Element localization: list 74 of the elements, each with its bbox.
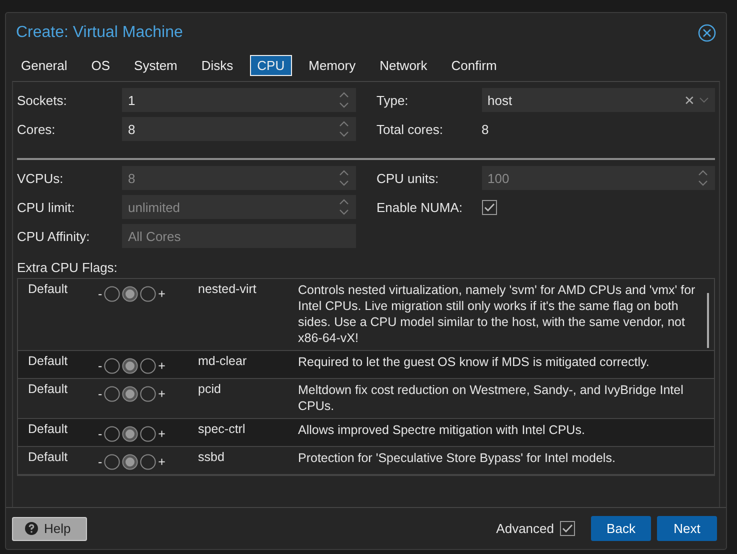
field-label: Sockets:	[17, 92, 68, 108]
tab[interactable]: Memory	[302, 55, 363, 76]
table-cell-text: Default	[28, 282, 69, 298]
radio-button[interactable]	[140, 454, 156, 470]
table-cell-text: spec-ctrl	[198, 422, 246, 438]
radio-button[interactable]	[122, 386, 138, 402]
tab[interactable]: OS	[84, 55, 118, 76]
field-label: Total cores:	[376, 122, 444, 136]
radio-button[interactable]	[104, 426, 120, 442]
plus-label: +	[158, 387, 166, 401]
spinner-icon[interactable]	[338, 91, 350, 109]
plus-label: +	[158, 427, 166, 441]
value-text: 8	[482, 122, 489, 136]
table-cell-text: ssbd	[198, 450, 226, 466]
radio-button[interactable]	[104, 358, 120, 374]
radio-button[interactable]	[122, 286, 138, 302]
advanced-label: Advanced	[496, 521, 554, 536]
plus-label: +	[158, 455, 166, 469]
wizard-button[interactable]: Next	[657, 516, 717, 541]
type-dropdown[interactable]: host ✕	[482, 88, 715, 112]
help-icon	[25, 522, 38, 535]
clear-icon[interactable]: ✕	[684, 92, 695, 108]
field-label: CPU units:	[376, 170, 440, 186]
number-field[interactable]: 1	[122, 88, 356, 112]
table-cell-text: md-clear	[198, 354, 248, 370]
minus-label: -	[98, 287, 102, 301]
table-cell-text: Required to let the guest OS know if MDS is mitigated correctly.	[298, 354, 650, 371]
minus-label: -	[98, 387, 102, 401]
field-label: CPU limit:	[17, 200, 76, 214]
field-label: Type:	[376, 92, 410, 108]
table-cell-text: nested-virt	[198, 282, 258, 298]
section-label: Extra CPU Flags:	[17, 260, 118, 275]
table-cell-text: pcid	[198, 382, 222, 398]
table-cell-text: Allows improved Spectre mitigation with Intel CPUs.	[298, 422, 586, 439]
table-cell-text: Controls nested virtualization, namely 'svm' for AMD CPUs and 'vmx' for Intel CPUs. Live migration still only works if it's the same flag on both sides. Use a CPU model similar to the host, with the same vendor, not x86-64-vX!	[298, 282, 696, 346]
radio-button[interactable]	[104, 386, 120, 402]
window-title: Create: Virtual Machine	[16, 24, 183, 42]
tab[interactable]: CPU	[250, 55, 292, 76]
radio-button[interactable]	[140, 286, 156, 302]
table-cell-text: Default	[28, 450, 69, 466]
spinner-icon[interactable]	[338, 120, 350, 138]
radio-button[interactable]	[104, 286, 120, 302]
table-cell-text: Default	[28, 382, 69, 398]
radio-button[interactable]	[140, 426, 156, 442]
field-label: VCPUs:	[17, 170, 64, 186]
tab[interactable]: Confirm	[444, 55, 504, 76]
number-field[interactable]: 8	[122, 117, 356, 141]
help-button[interactable]: Help	[12, 516, 87, 540]
radio-button[interactable]	[140, 358, 156, 374]
checkbox[interactable]	[482, 200, 496, 214]
close-icon[interactable]	[698, 24, 716, 42]
plus-label: +	[158, 287, 166, 301]
minus-label: -	[98, 427, 102, 441]
tab[interactable]: System	[127, 55, 184, 76]
wizard-button[interactable]: Back	[591, 516, 651, 541]
radio-button[interactable]	[122, 426, 138, 442]
tab[interactable]: Disks	[194, 55, 240, 76]
table-cell-text: Default	[28, 422, 69, 438]
radio-button[interactable]	[122, 358, 138, 374]
table-cell-text: Protection for 'Speculative Store Bypass' for Intel models.	[298, 450, 616, 467]
radio-button[interactable]	[140, 386, 156, 402]
tab[interactable]: General	[14, 55, 74, 76]
table-cell-text: Default	[28, 354, 69, 370]
radio-button[interactable]	[122, 454, 138, 470]
minus-label: -	[98, 359, 102, 373]
plus-label: +	[158, 359, 166, 373]
table-cell-text: Meltdown fix cost reduction on Westmere, Sandy-, and IvyBridge Intel CPUs.	[298, 382, 684, 414]
tab[interactable]: Network	[372, 55, 434, 76]
field-label: Enable NUMA:	[376, 200, 464, 214]
checkbox[interactable]	[560, 521, 575, 536]
minus-label: -	[98, 455, 102, 469]
field-label: CPU Affinity:	[17, 228, 91, 244]
radio-button[interactable]	[104, 454, 120, 470]
field-label: Cores:	[17, 122, 56, 136]
